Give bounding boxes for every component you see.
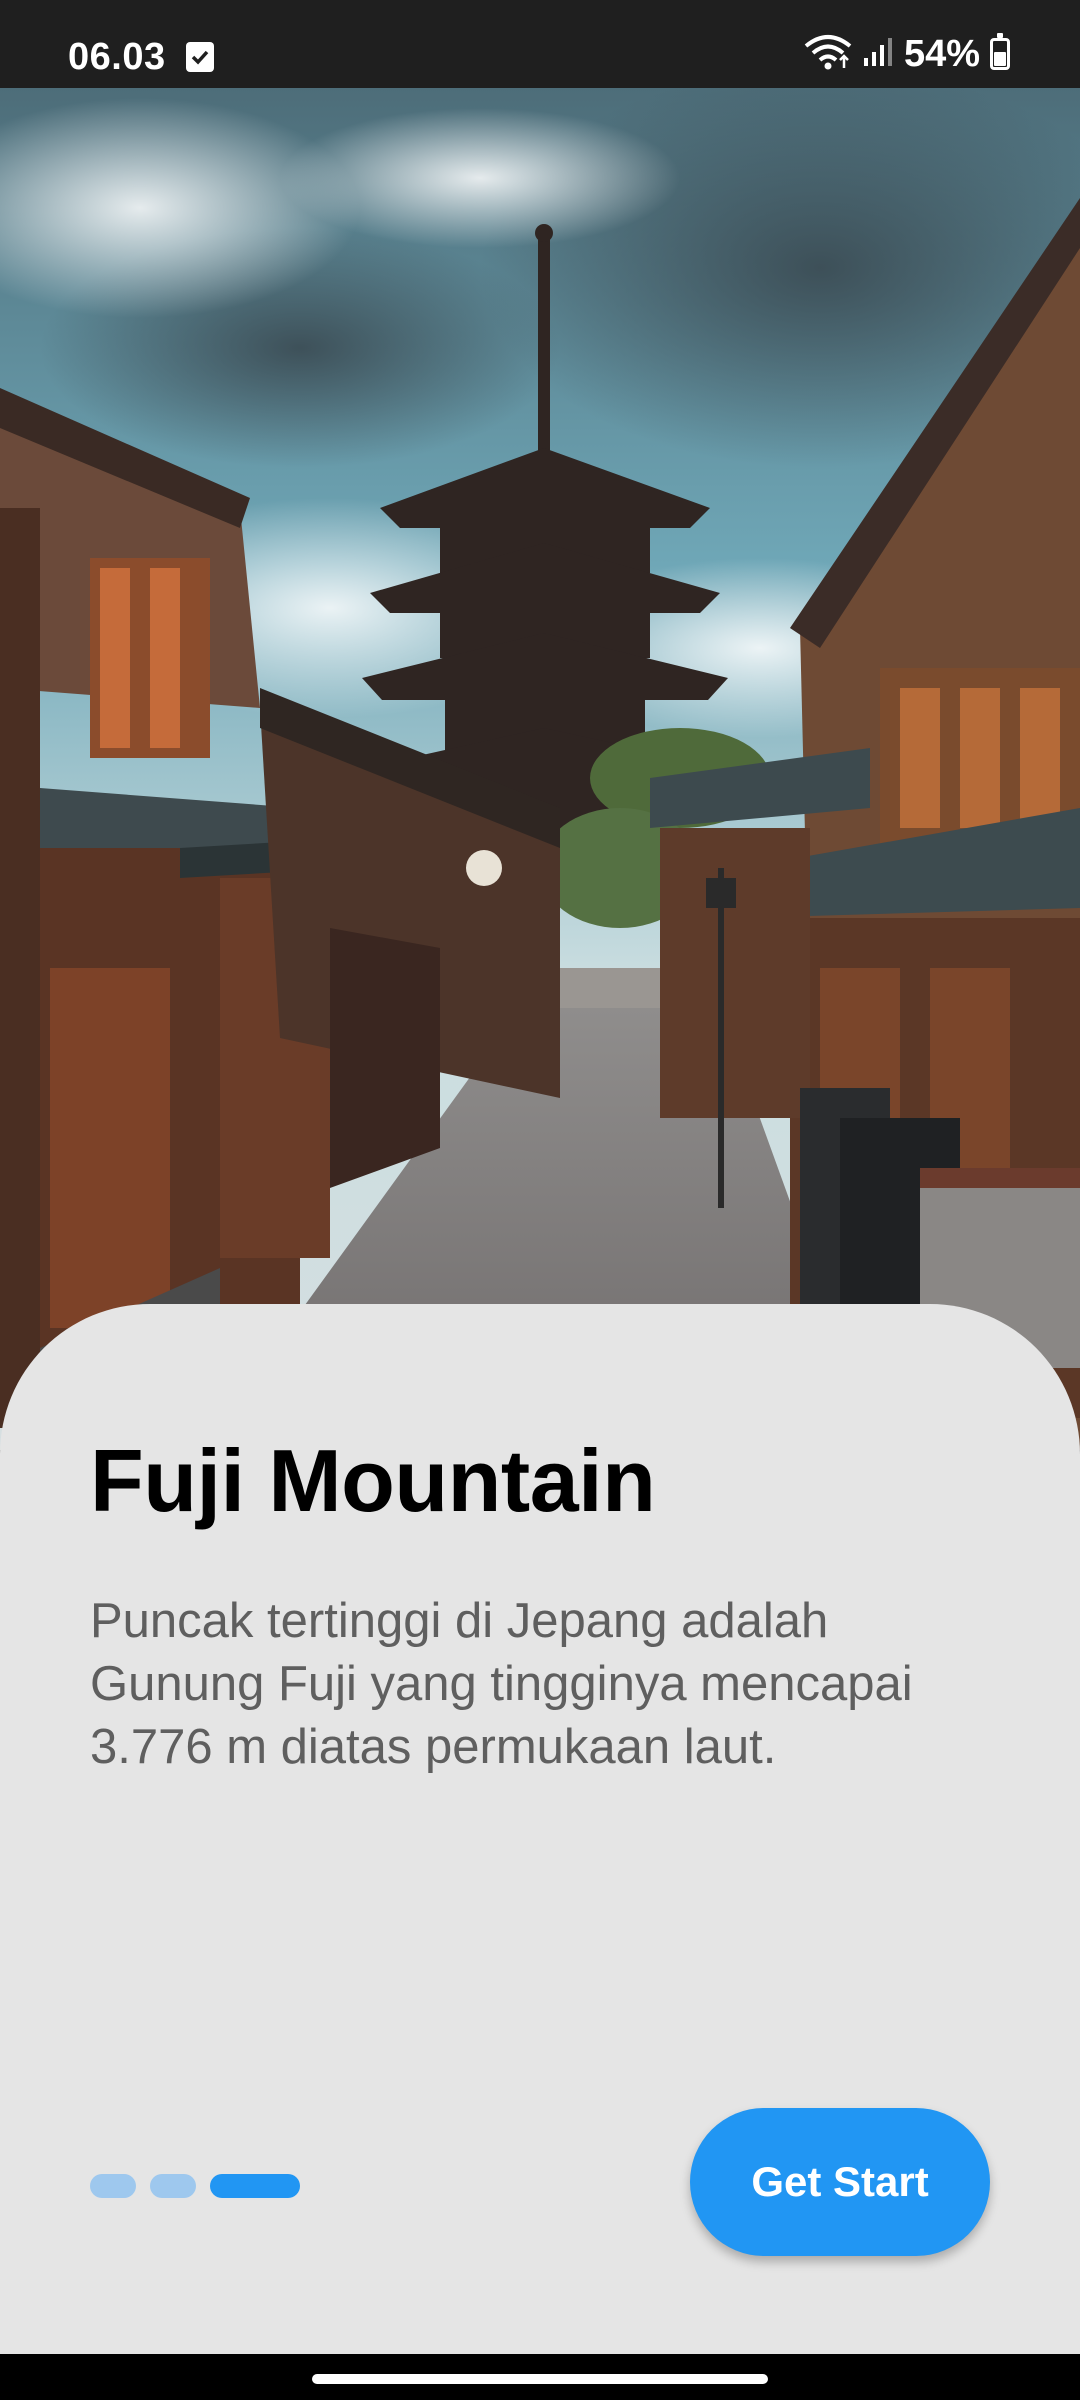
status-time: 06.03 <box>68 36 166 78</box>
page-indicator <box>90 2174 300 2198</box>
check-notification-icon <box>186 42 214 72</box>
get-start-button[interactable]: Get Start <box>690 2108 990 2256</box>
wifi-icon <box>804 34 852 75</box>
page-description: Puncak tertinggi di Jepang adalah Gunung… <box>90 1594 913 1774</box>
page-title: Fuji Mountain <box>90 1431 656 1530</box>
battery-percent: 54% <box>903 32 980 75</box>
page-indicator-dot-1 <box>90 2174 136 2198</box>
onboarding-screen: 06.03 54% Fuji Mountain Puncak tertinggi… <box>0 0 1080 2400</box>
navigation-bar <box>0 2354 1080 2400</box>
hero-image <box>0 88 1080 1450</box>
page-indicator-dot-2 <box>150 2174 196 2198</box>
page-indicator-dot-3-active <box>210 2174 300 2198</box>
home-indicator[interactable] <box>312 2374 768 2384</box>
status-icons: 54% <box>804 32 1010 75</box>
status-bar: 06.03 54% <box>0 0 1080 88</box>
onboarding-card: Fuji Mountain Puncak tertinggi di Jepang… <box>0 1304 1080 2354</box>
battery-icon <box>990 33 1010 70</box>
signal-icon <box>862 36 894 73</box>
